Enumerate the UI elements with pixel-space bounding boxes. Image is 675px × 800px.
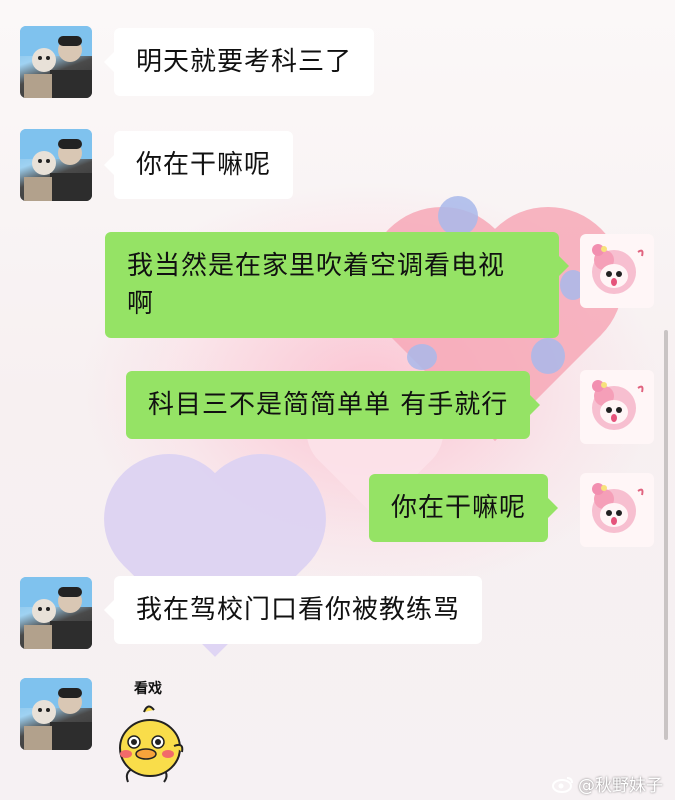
weibo-logo-icon [552,776,573,793]
yellow-duck-sticker[interactable]: 看戏 [114,678,192,788]
message-text-line: 啊 [127,289,155,319]
incoming-message-bubble[interactable]: 明天就要考科三了 [103,28,375,96]
blue-dot-decoration [531,338,565,374]
watermark-text: @秋野妹子 [578,776,663,796]
duck-icon [119,705,184,783]
outgoing-message-bubble[interactable]: 科目三不是简简单单 有手就行 [126,371,541,439]
scrollbar[interactable] [664,330,668,740]
incoming-message-bubble[interactable]: 我在驾校门口看你被教练骂 [103,576,483,644]
blue-dot-decoration [438,196,478,236]
friend-avatar[interactable] [20,129,92,201]
friend-avatar[interactable] [20,577,92,649]
friend-avatar[interactable] [20,26,92,98]
outgoing-message-bubble[interactable]: 我当然是在家里吹着空调看电视 啊 [105,232,569,338]
watermark: @秋野妹子 [552,771,663,796]
friend-avatar[interactable] [20,678,92,750]
my-avatar[interactable] [580,234,654,308]
my-avatar[interactable] [580,370,654,444]
blue-dot-decoration [407,344,437,370]
my-avatar[interactable] [580,473,654,547]
message-text-line: 我当然是在家里吹着空调看电视 [127,251,506,281]
sticker-caption: 看戏 [134,681,162,697]
outgoing-message-bubble[interactable]: 你在干嘛呢 [369,474,559,542]
incoming-message-bubble[interactable]: 你在干嘛呢 [103,131,294,199]
